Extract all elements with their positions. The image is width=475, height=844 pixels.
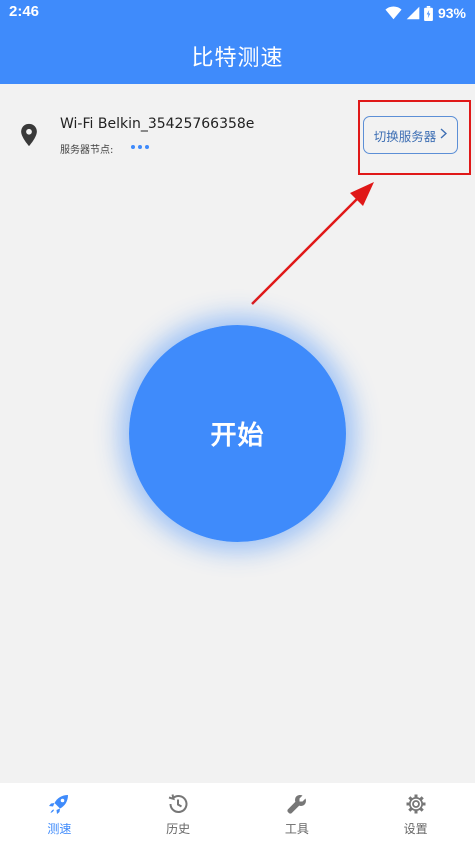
wifi-ssid: Wi-Fi Belkin_35425766358e — [60, 116, 255, 132]
status-icons: 93% — [385, 3, 466, 23]
nav-item-speedtest[interactable]: 测速 — [0, 783, 119, 844]
switch-server-label: 切换服务器 — [373, 128, 437, 144]
nav-label-tools: 工具 — [284, 822, 309, 836]
nav-item-history[interactable]: 历史 — [119, 783, 238, 844]
wifi-icon — [385, 6, 402, 20]
status-time: 2:46 — [9, 3, 40, 20]
loading-dots-icon — [131, 145, 149, 149]
start-label: 开始 — [210, 421, 265, 451]
nav-label-settings: 设置 — [403, 822, 428, 836]
nav-item-tools[interactable]: 工具 — [238, 783, 357, 844]
nav-label-speedtest: 测速 — [47, 822, 72, 836]
wrench-icon — [285, 791, 309, 817]
battery-level: 93% — [437, 5, 466, 21]
app-header: 2:46 93% 比特测速 — [0, 0, 475, 84]
location-pin-icon — [19, 123, 39, 151]
start-test-button[interactable]: 开始 — [129, 325, 346, 542]
battery-icon — [424, 5, 433, 21]
signal-icon — [406, 6, 420, 20]
gear-icon — [404, 791, 428, 817]
app-screen: 2:46 93% 比特测速 Wi-Fi Belkin_35425766358e … — [0, 0, 475, 844]
nav-label-history: 历史 — [166, 822, 191, 836]
nav-item-settings[interactable]: 设置 — [356, 783, 475, 844]
rocket-icon — [47, 791, 71, 817]
bottom-nav: 测速 历史 工具 设置 — [0, 783, 475, 844]
page-title: 比特测速 — [191, 46, 284, 71]
switch-server-button[interactable]: 切换服务器 — [363, 116, 458, 154]
chevron-right-icon — [440, 128, 448, 142]
history-icon — [166, 791, 190, 817]
server-node-label: 服务器节点: — [60, 145, 114, 156]
